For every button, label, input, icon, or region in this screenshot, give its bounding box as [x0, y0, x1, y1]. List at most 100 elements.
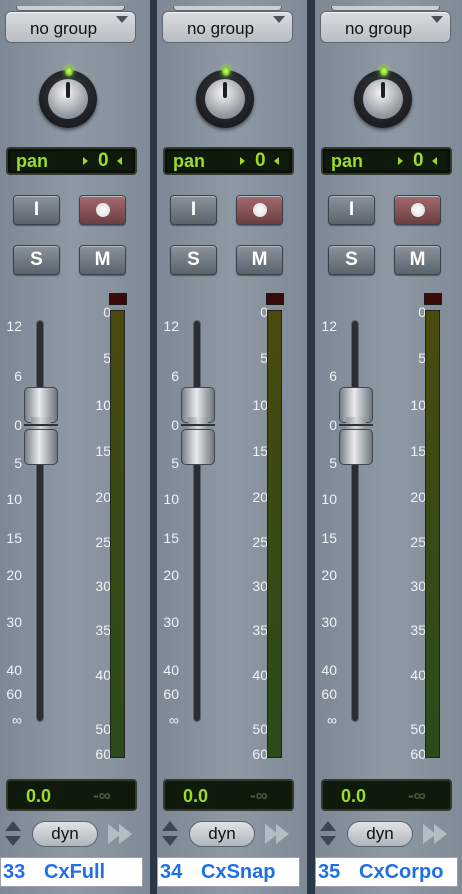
input-monitor-button[interactable]: I: [13, 195, 60, 225]
track-name-plate[interactable]: 33 CxFull: [0, 857, 143, 887]
meter-scale-tick: 5: [103, 350, 111, 366]
track-number: 34: [160, 861, 183, 883]
pan-center-led: [222, 66, 230, 76]
pan-knob-cap: [363, 79, 403, 119]
pan-knob-pointer: [66, 82, 70, 98]
strip-divider: [308, 0, 315, 894]
mute-button[interactable]: M: [394, 245, 441, 275]
input-monitor-button[interactable]: I: [170, 195, 217, 225]
meter-scale-tick: 25: [410, 534, 426, 550]
fader-scale-tick: 0: [329, 417, 337, 433]
peak-value: -∞: [250, 786, 268, 805]
meter-scale-tick: 35: [410, 622, 426, 638]
clip-indicator[interactable]: [266, 293, 284, 305]
pan-display[interactable]: pan 0: [163, 147, 294, 175]
record-arm-button[interactable]: [394, 195, 441, 225]
peak-value: -∞: [408, 786, 426, 805]
fast-forward-icon[interactable]: [423, 824, 453, 844]
meter-scale-tick: 30: [410, 578, 426, 594]
track-number: 33: [3, 861, 26, 883]
group-select-top-edge: [173, 6, 282, 11]
solo-button[interactable]: S: [13, 245, 60, 275]
fader-scale-tick: 12: [321, 318, 337, 334]
meter-scale-tick: 60: [95, 746, 111, 762]
pan-knob-cap: [48, 79, 88, 119]
dyn-button[interactable]: dyn: [32, 821, 98, 847]
clip-indicator[interactable]: [109, 293, 127, 305]
group-select[interactable]: no group: [320, 6, 451, 43]
meter-scale-tick: 5: [260, 350, 268, 366]
volume-fader-handle[interactable]: [181, 387, 215, 465]
fader-track[interactable]: [193, 320, 201, 722]
chevron-down-icon: [273, 16, 285, 23]
fader-track[interactable]: [351, 320, 359, 722]
group-select-label: no group: [344, 19, 413, 38]
record-arm-button[interactable]: [79, 195, 126, 225]
fader-scale-tick: 20: [6, 567, 22, 583]
pan-display[interactable]: pan 0: [321, 147, 452, 175]
track-number: 35: [318, 861, 341, 883]
pan-knob-pointer: [223, 82, 227, 98]
fader-scale-tick: 60: [163, 686, 179, 702]
chevron-down-icon: [431, 16, 443, 23]
pan-knob[interactable]: [352, 64, 416, 128]
fader-scale-tick: 15: [321, 530, 337, 546]
automation-mode-stepper[interactable]: [4, 820, 22, 848]
strip-divider: [150, 0, 157, 894]
fast-forward-icon[interactable]: [108, 824, 138, 844]
volume-fader-handle[interactable]: [339, 387, 373, 465]
fader-scale-tick: 6: [14, 368, 22, 384]
pan-label: pan: [16, 151, 49, 171]
fader-track[interactable]: [36, 320, 44, 722]
pan-knob[interactable]: [194, 64, 258, 128]
automation-mode-stepper[interactable]: [161, 820, 179, 848]
pan-display[interactable]: pan 0: [6, 147, 137, 175]
ff-arrow-2: [119, 824, 132, 844]
meter-scale-tick: 40: [95, 667, 111, 683]
fader-scale-tick: 60: [321, 686, 337, 702]
volume-fader-handle[interactable]: [24, 387, 58, 465]
level-meter: [110, 310, 125, 758]
fader-scale-tick: 20: [321, 567, 337, 583]
arrow-up-icon: [5, 821, 21, 831]
meter-scale-tick: 0: [103, 304, 111, 320]
fast-forward-icon[interactable]: [265, 824, 295, 844]
volume-display[interactable]: 0.0 -∞: [163, 779, 294, 811]
track-name: CxSnap: [201, 861, 276, 883]
group-select[interactable]: no group: [162, 6, 293, 43]
mute-button[interactable]: M: [236, 245, 283, 275]
fader-scale-tick: 30: [321, 614, 337, 630]
track-name: CxCorpo: [359, 861, 444, 883]
mute-button[interactable]: M: [79, 245, 126, 275]
pan-center-led: [380, 66, 388, 76]
meter-scale-tick: 20: [410, 489, 426, 505]
fader-scale-tick: 12: [6, 318, 22, 334]
meter-scale-tick: 25: [95, 534, 111, 550]
fader-scale-tick: 20: [163, 567, 179, 583]
solo-button[interactable]: S: [170, 245, 217, 275]
solo-button[interactable]: S: [328, 245, 375, 275]
input-monitor-button[interactable]: I: [328, 195, 375, 225]
volume-display[interactable]: 0.0 -∞: [6, 779, 137, 811]
volume-display[interactable]: 0.0 -∞: [321, 779, 452, 811]
record-arm-button[interactable]: [236, 195, 283, 225]
automation-mode-stepper[interactable]: [319, 820, 337, 848]
group-select-top-edge: [16, 6, 125, 11]
clip-indicator[interactable]: [424, 293, 442, 305]
track-name-plate[interactable]: 34 CxSnap: [157, 857, 300, 887]
group-select-label: no group: [29, 19, 98, 38]
pan-left-arrow-icon: [117, 157, 122, 165]
fader-scale-tick: 6: [171, 368, 179, 384]
fader-cap-line: [339, 424, 373, 426]
fader-cap-bottom: [181, 429, 215, 465]
dyn-button[interactable]: dyn: [189, 821, 255, 847]
meter-scale-tick: 60: [252, 746, 268, 762]
track-name-plate[interactable]: 35 CxCorpo: [315, 857, 458, 887]
fader-scale-tick: 40: [321, 662, 337, 678]
group-select[interactable]: no group: [5, 6, 136, 43]
meter-scale-tick: 30: [95, 578, 111, 594]
dyn-button[interactable]: dyn: [347, 821, 413, 847]
pan-knob-pointer: [381, 82, 385, 98]
arrow-down-icon: [320, 836, 336, 846]
pan-knob[interactable]: [37, 64, 101, 128]
